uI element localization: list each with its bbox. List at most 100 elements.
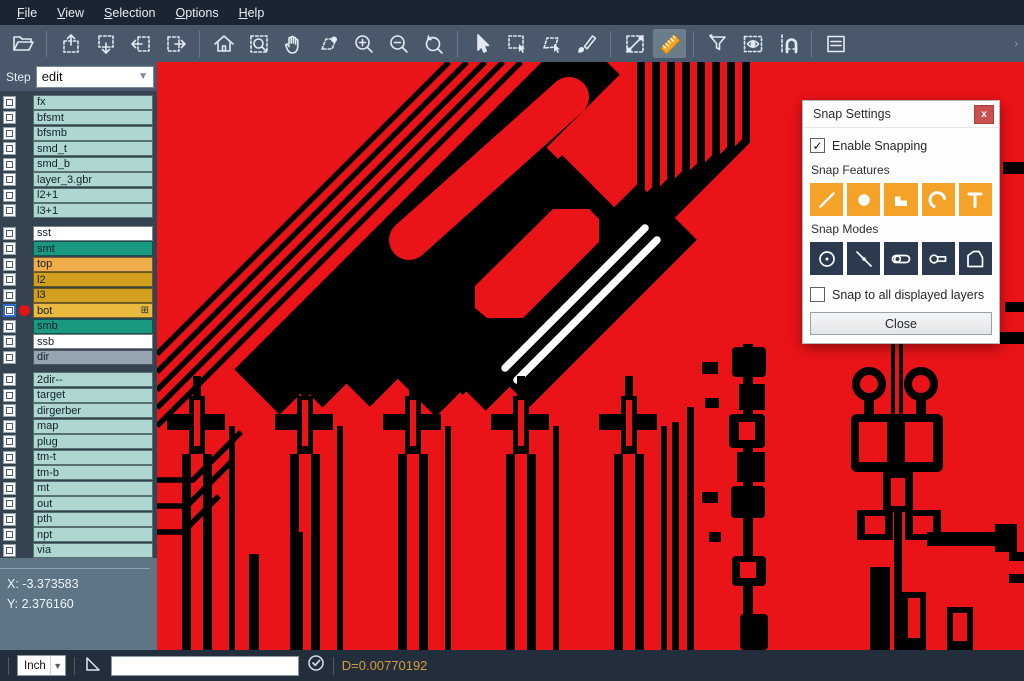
snap-line-icon[interactable]	[810, 183, 843, 216]
menu-item-view[interactable]: View	[48, 3, 93, 23]
layer-name-sst[interactable]: sst	[33, 226, 153, 241]
unit-select[interactable]: Inch ▼	[17, 655, 66, 676]
layer-row-bfsmb[interactable]: bfsmb	[0, 125, 157, 141]
layer-name-l2[interactable]: l2	[33, 272, 153, 287]
measure-line-icon[interactable]	[618, 29, 651, 58]
zoom-window-icon[interactable]	[242, 29, 275, 58]
view-options-icon[interactable]	[736, 29, 769, 58]
layer-row-l3+1[interactable]: l3+1	[0, 203, 157, 219]
layer-name-out[interactable]: out	[33, 496, 153, 511]
layer-name-smd_b[interactable]: smd_b	[33, 157, 153, 172]
layer-name-ssb[interactable]: ssb	[33, 334, 153, 349]
layer-name-smt[interactable]: smt	[33, 241, 153, 256]
layer-checkbox-out[interactable]	[3, 497, 16, 510]
layer-checkbox-l3[interactable]	[3, 289, 16, 302]
mode-slot-right-icon[interactable]	[922, 242, 955, 275]
layer-row-smt[interactable]: smt	[0, 241, 157, 257]
layer-row-2dir--[interactable]: 2dir--	[0, 372, 157, 388]
corner-angle-icon[interactable]	[83, 653, 103, 678]
layer-row-npt[interactable]: npt	[0, 527, 157, 543]
layer-name-tm-b[interactable]: tm-b	[33, 465, 153, 480]
layer-row-dir[interactable]: dir	[0, 349, 157, 365]
snap-settings-titlebar[interactable]: Snap Settings x	[803, 101, 999, 128]
layer-name-target[interactable]: target	[33, 388, 153, 403]
layer-name-dir[interactable]: dir	[33, 350, 153, 365]
layer-name-smd_t[interactable]: smd_t	[33, 141, 153, 156]
layer-row-mt[interactable]: mt	[0, 480, 157, 496]
layer-name-dirgerber[interactable]: dirgerber	[33, 403, 153, 418]
command-input[interactable]	[111, 656, 299, 676]
select-rectangle-icon[interactable]	[500, 29, 533, 58]
layer-checkbox-bot[interactable]	[3, 304, 16, 317]
layer-row-ssb[interactable]: ssb	[0, 334, 157, 350]
home-view-icon[interactable]	[207, 29, 240, 58]
enable-snapping-checkbox[interactable]: ✓	[810, 138, 825, 153]
layer-row-l2[interactable]: l2	[0, 272, 157, 288]
snap-text-icon[interactable]	[959, 183, 992, 216]
layer-name-l2+1[interactable]: l2+1	[33, 188, 153, 203]
layer-checkbox-tm-b[interactable]	[3, 466, 16, 479]
layer-name-smb[interactable]: smb	[33, 319, 153, 334]
layer-checkbox-layer_3.gbr[interactable]	[3, 173, 16, 186]
layer-checkbox-target[interactable]	[3, 389, 16, 402]
layer-checkbox-dirgerber[interactable]	[3, 404, 16, 417]
layer-checkbox-fx[interactable]	[3, 96, 16, 109]
layer-row-map[interactable]: map	[0, 418, 157, 434]
layer-row-smd_t[interactable]: smd_t	[0, 141, 157, 157]
layer-row-smb[interactable]: smb	[0, 318, 157, 334]
close-icon[interactable]: x	[974, 105, 994, 124]
layer-name-pth[interactable]: pth	[33, 512, 153, 527]
layer-name-bfsmb[interactable]: bfsmb	[33, 126, 153, 141]
layer-row-l2+1[interactable]: l2+1	[0, 187, 157, 203]
layer-name-tm-t[interactable]: tm-t	[33, 450, 153, 465]
layer-name-map[interactable]: map	[33, 419, 153, 434]
layer-checkbox-smt[interactable]	[3, 242, 16, 255]
enable-snapping-row[interactable]: ✓ Enable Snapping	[810, 138, 992, 153]
open-file-icon[interactable]	[6, 29, 39, 58]
layer-name-bot[interactable]: bot⊞	[33, 303, 153, 318]
layer-row-target[interactable]: target	[0, 387, 157, 403]
filter-icon[interactable]	[701, 29, 734, 58]
menu-item-options[interactable]: Options	[166, 3, 227, 23]
zoom-previous-icon[interactable]	[417, 29, 450, 58]
layer-row-out[interactable]: out	[0, 496, 157, 512]
pan-up-icon[interactable]	[54, 29, 87, 58]
layer-checkbox-pth[interactable]	[3, 513, 16, 526]
layer-row-smd_b[interactable]: smd_b	[0, 156, 157, 172]
layer-checkbox-l2[interactable]	[3, 273, 16, 286]
layer-row-sst[interactable]: sst	[0, 225, 157, 241]
select-cursor-icon[interactable]	[465, 29, 498, 58]
layer-checkbox-smb[interactable]	[3, 320, 16, 333]
layer-checkbox-smd_t[interactable]	[3, 142, 16, 155]
snap-corner-icon[interactable]	[884, 183, 917, 216]
layer-row-l3[interactable]: l3	[0, 287, 157, 303]
properties-panel-icon[interactable]	[819, 29, 852, 58]
layer-name-plug[interactable]: plug	[33, 434, 153, 449]
pan-right-icon[interactable]	[159, 29, 192, 58]
layer-row-via[interactable]: via	[0, 542, 157, 558]
layer-name-fx[interactable]: fx	[33, 95, 153, 110]
close-button[interactable]: Close	[810, 312, 992, 335]
layer-name-l3[interactable]: l3	[33, 288, 153, 303]
mode-slot-left-icon[interactable]	[884, 242, 917, 275]
layer-row-tm-b[interactable]: tm-b	[0, 465, 157, 481]
layer-checkbox-map[interactable]	[3, 420, 16, 433]
layer-name-mt[interactable]: mt	[33, 481, 153, 496]
layer-row-pth[interactable]: pth	[0, 511, 157, 527]
layer-checkbox-sst[interactable]	[3, 227, 16, 240]
pan-hand-icon[interactable]	[277, 29, 310, 58]
layer-name-npt[interactable]: npt	[33, 527, 153, 542]
zoom-in-icon[interactable]	[347, 29, 380, 58]
layer-row-plug[interactable]: plug	[0, 434, 157, 450]
layer-checkbox-l2+1[interactable]	[3, 189, 16, 202]
layer-checkbox-dir[interactable]	[3, 351, 16, 364]
layer-name-l3+1[interactable]: l3+1	[33, 203, 153, 218]
menu-item-file[interactable]: File	[8, 3, 46, 23]
layer-row-bot[interactable]: bot⊞	[0, 303, 157, 319]
layer-row-bfsmt[interactable]: bfsmt	[0, 110, 157, 126]
layer-checkbox-smd_b[interactable]	[3, 158, 16, 171]
zoom-polygon-icon[interactable]	[312, 29, 345, 58]
pan-down-icon[interactable]	[89, 29, 122, 58]
snap-arc-icon[interactable]	[922, 183, 955, 216]
layer-checkbox-via[interactable]	[3, 544, 16, 557]
